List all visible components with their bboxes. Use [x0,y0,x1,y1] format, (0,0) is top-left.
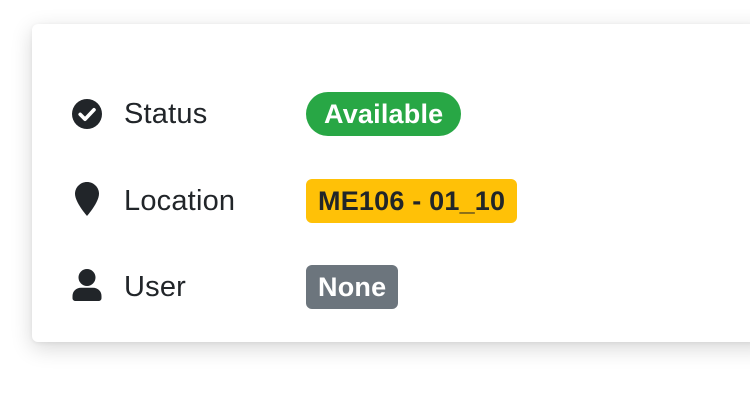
location-label: Location [124,184,236,217]
user-badge: None [306,265,399,309]
location-badge: ME106 - 01_10 [306,179,518,223]
user-label: User [124,270,187,303]
user-icon [72,269,102,301]
status-label: Status [124,97,208,130]
status-badge: Available [306,92,462,136]
details-card: Status Available Location ME106 - 01_10 … [32,24,750,342]
check-circle-icon [72,98,102,130]
user-row: User None [32,263,732,311]
location-row: Location ME106 - 01_10 [32,177,732,225]
map-marker-icon [72,182,102,216]
status-row: Status Available [32,90,732,138]
